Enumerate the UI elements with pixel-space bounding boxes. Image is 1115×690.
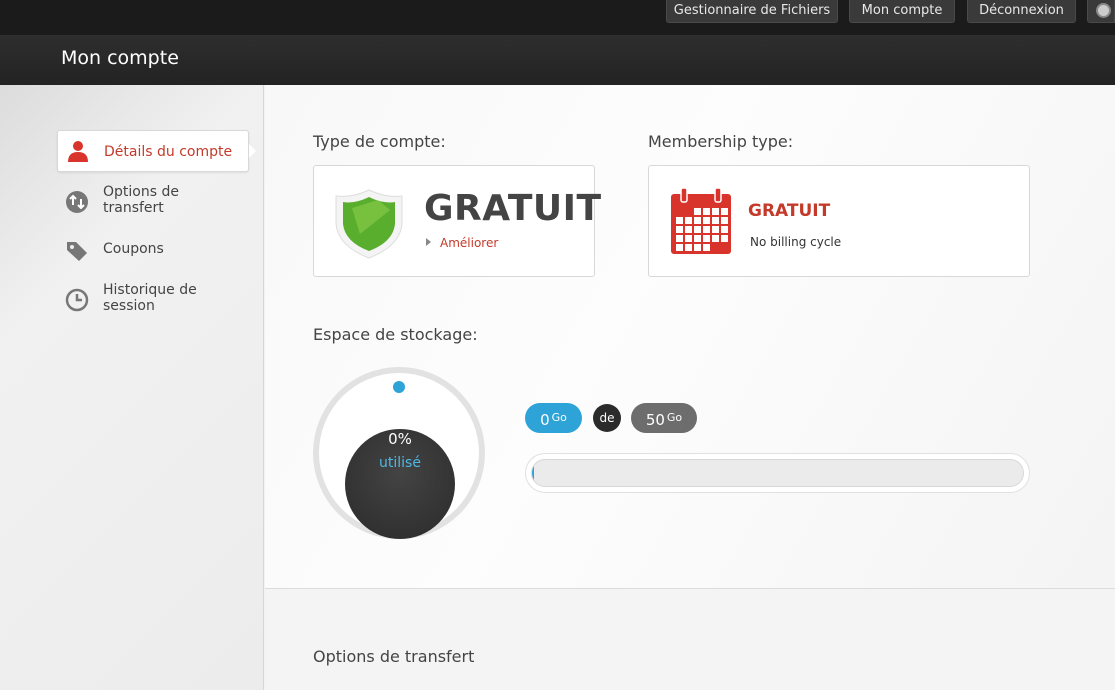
storage-progress-track <box>531 459 1024 487</box>
sidebar: Détails du compte Options de transfert C… <box>0 85 264 690</box>
calendar-cell <box>721 235 728 242</box>
storage-percent: 0% <box>388 430 412 448</box>
page-header: Mon compte <box>0 35 1115 85</box>
used-storage-value: 0 <box>540 411 550 429</box>
calendar-cell <box>721 226 728 233</box>
page-title: Mon compte <box>61 47 179 69</box>
transfer-options-heading: Options de transfert <box>313 647 475 666</box>
calendar-cell <box>694 217 701 224</box>
logout-button[interactable]: Déconnexion <box>967 0 1076 23</box>
of-label: de <box>593 404 621 432</box>
storage-progress-bar <box>525 453 1030 493</box>
calendar-cell <box>676 235 683 242</box>
calendar-cell <box>721 217 728 224</box>
calendar-cell <box>712 217 719 224</box>
calendar-cell <box>712 235 719 242</box>
calendar-cell <box>721 208 728 215</box>
transfer-section: Options de transfert <box>265 589 1115 690</box>
calendar-cell <box>703 244 710 251</box>
calendar-cell <box>694 244 701 251</box>
calendar-cell <box>703 217 710 224</box>
calendar-cell <box>694 208 701 215</box>
sidebar-item-label: Détails du compte <box>104 144 233 160</box>
calendar-cell <box>685 244 692 251</box>
storage-progress-fill <box>532 460 534 486</box>
total-storage-badge: 50 Go <box>631 403 697 433</box>
calendar-cell <box>676 226 683 233</box>
sidebar-item-label: Options de transfert <box>103 184 179 216</box>
calendar-cell <box>676 244 683 251</box>
calendar-cell <box>685 226 692 233</box>
storage-dial-indicator <box>393 381 405 393</box>
shield-icon <box>335 189 403 259</box>
sidebar-item-account-details[interactable]: Détails du compte <box>57 130 256 172</box>
upgrade-link-label: Améliorer <box>440 236 499 250</box>
calendar-cell <box>712 226 719 233</box>
calendar-icon <box>671 187 731 254</box>
active-indicator <box>249 144 256 158</box>
account-type-label: Type de compte: <box>313 132 446 151</box>
sidebar-item-session-history[interactable]: Historique de session <box>57 282 249 316</box>
membership-type-value: GRATUIT <box>748 201 831 221</box>
top-bar: Gestionnaire de Fichiers Mon compte Déco… <box>0 0 1115 35</box>
membership-type-label: Membership type: <box>648 132 794 151</box>
calendar-cell <box>685 235 692 242</box>
user-icon <box>68 141 88 162</box>
used-storage-unit: Go <box>551 411 567 424</box>
calendar-cell <box>685 217 692 224</box>
arrow-right-icon <box>426 238 431 246</box>
account-type-value: GRATUIT <box>424 188 602 229</box>
tag-icon <box>67 242 87 261</box>
sidebar-item-transfer-options[interactable]: Options de transfert <box>57 184 249 218</box>
calendar-cell <box>703 208 710 215</box>
calendar-cell <box>694 235 701 242</box>
calendar-cell <box>703 235 710 242</box>
calendar-cell <box>712 208 719 215</box>
globe-icon[interactable] <box>1087 0 1115 23</box>
sidebar-item-label: Historique de session <box>103 282 197 314</box>
main-content: Type de compte: GRATUIT Améliorer Member… <box>265 85 1115 690</box>
sidebar-item-label: Coupons <box>103 241 164 257</box>
calendar-cell <box>694 226 701 233</box>
billing-cycle-text: No billing cycle <box>750 235 842 249</box>
upgrade-link[interactable]: Améliorer <box>426 236 498 250</box>
used-storage-badge: 0 Go <box>525 403 582 433</box>
sidebar-item-coupons[interactable]: Coupons <box>57 241 249 265</box>
transfer-icon <box>66 191 88 213</box>
file-manager-button[interactable]: Gestionnaire de Fichiers <box>666 0 838 23</box>
clock-icon <box>65 288 89 312</box>
my-account-button[interactable]: Mon compte <box>849 0 955 23</box>
calendar-cell <box>703 226 710 233</box>
calendar-cell <box>676 217 683 224</box>
membership-card: GRATUIT No billing cycle <box>648 165 1030 277</box>
total-storage-unit: Go <box>666 411 683 424</box>
account-type-card: GRATUIT Améliorer <box>313 165 601 277</box>
storage-used-label: utilisé <box>379 455 421 471</box>
storage-label: Espace de stockage: <box>313 325 478 344</box>
total-storage-value: 50 <box>645 411 665 429</box>
